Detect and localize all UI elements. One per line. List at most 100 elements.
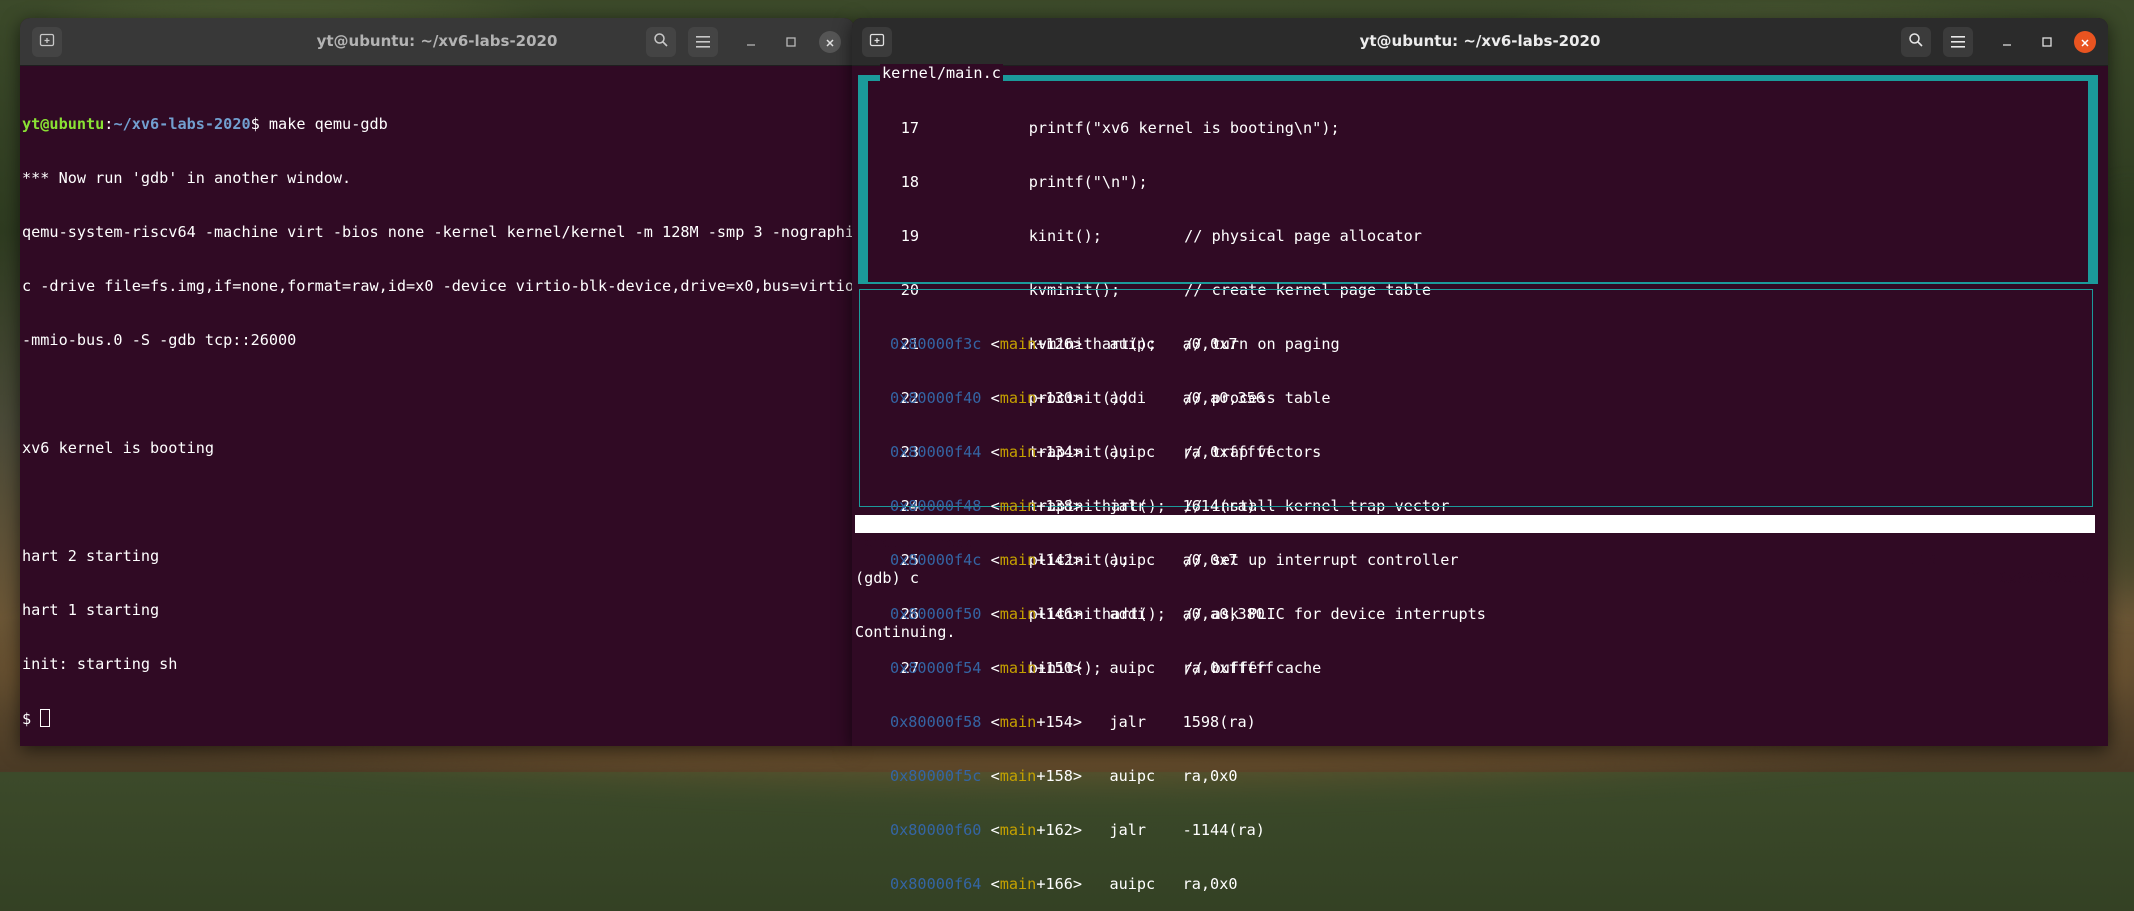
search-button[interactable]: [646, 27, 676, 57]
asm-opcode: addi: [1109, 605, 1156, 623]
asm-symbol: main: [999, 605, 1037, 623]
gdb-output-line: Continuing.: [855, 623, 956, 641]
prompt-user: yt@ubuntu: [22, 115, 105, 133]
asm-offset: +146>: [1036, 605, 1083, 623]
left-terminal-window[interactable]: yt@ubuntu: ~/xv6-labs-2020 yt@ubuntu:~/x…: [20, 18, 854, 746]
asm-symbol: main: [999, 875, 1037, 893]
output-line: xv6 kernel is booting: [22, 439, 215, 457]
hamburger-menu-icon: [1951, 33, 1965, 52]
source-file-title: kernel/main.c: [880, 64, 1003, 82]
asm-offset: +130>: [1036, 389, 1083, 407]
asm-line: 0x80000f54 <main+150> auipc ra,0xfffff: [890, 659, 1275, 677]
left-terminal-content[interactable]: yt@ubuntu:~/xv6-labs-2020$ make qemu-gdb…: [20, 66, 854, 746]
asm-args: ra,0xfffff: [1182, 659, 1275, 677]
status-pc: PC: 0x80000ec6: [1962, 569, 2091, 587]
close-button[interactable]: [2074, 31, 2096, 53]
source-window-top-band: [860, 75, 2096, 81]
source-line: 19 kinit(); // physical page allocator: [874, 227, 1486, 245]
asm-args: -1144(ra): [1182, 821, 1265, 839]
search-button[interactable]: [1901, 27, 1931, 57]
menu-button[interactable]: [1943, 27, 1973, 57]
asm-address: 0x80000f54: [890, 659, 982, 677]
asm-offset: +142>: [1036, 551, 1083, 569]
shell-prompt-line[interactable]: $: [22, 709, 854, 728]
maximize-icon: [785, 33, 797, 52]
minimize-icon: [2001, 33, 2013, 52]
asm-address: 0x80000f40: [890, 389, 982, 407]
maximize-icon: [2041, 33, 2053, 52]
asm-address: 0x80000f60: [890, 821, 982, 839]
search-icon: [653, 32, 669, 52]
maximize-button[interactable]: [776, 27, 806, 57]
asm-symbol: main: [999, 443, 1037, 461]
asm-opcode: auipc: [1109, 767, 1156, 785]
asm-args: ra,0xfffff: [1182, 443, 1275, 461]
asm-offset: +126>: [1036, 335, 1083, 353]
asm-offset: +154>: [1036, 713, 1083, 731]
source-window-right-border: [2088, 75, 2096, 282]
minimize-icon: [745, 33, 757, 52]
asm-address: 0x80000f44: [890, 443, 982, 461]
asm-opcode: jalr: [1109, 497, 1156, 515]
output-line: hart 1 starting: [22, 601, 160, 619]
menu-button[interactable]: [688, 27, 718, 57]
asm-symbol: main: [999, 767, 1037, 785]
right-titlebar[interactable]: yt@ubuntu: ~/xv6-labs-2020: [852, 18, 2108, 66]
asm-address: 0x80000f3c: [890, 335, 982, 353]
asm-address: 0x80000f58: [890, 713, 982, 731]
asm-line: 0x80000f64 <main+166> auipc ra,0x0: [890, 875, 1238, 893]
asm-address: 0x80000f48: [890, 497, 982, 515]
minimize-button[interactable]: [736, 27, 766, 57]
typed-command: make qemu-gdb: [268, 115, 388, 133]
output-line: init: starting sh: [22, 655, 178, 673]
asm-address: 0x80000f64: [890, 875, 982, 893]
shell-prompt: $: [22, 710, 41, 728]
asm-args: ra,0x0: [1182, 875, 1238, 893]
asm-offset: +162>: [1036, 821, 1083, 839]
close-icon: [2080, 33, 2090, 52]
asm-offset: +134>: [1036, 443, 1083, 461]
close-button[interactable]: [819, 31, 841, 53]
asm-args: a0,0x7: [1182, 335, 1238, 353]
asm-symbol: main: [999, 551, 1037, 569]
asm-symbol: main: [999, 713, 1037, 731]
asm-line: 0x80000f60 <main+162> jalr -1144(ra): [890, 821, 1265, 839]
asm-args: a0,0x7: [1182, 551, 1238, 569]
asm-opcode: auipc: [1109, 443, 1156, 461]
output-line: qemu-system-riscv64 -machine virt -bios …: [22, 223, 854, 241]
source-line: 17 printf("xv6 kernel is booting\n");: [874, 119, 1486, 137]
prompt-path: ~/xv6-labs-2020: [113, 115, 251, 133]
asm-args: ra,0x0: [1182, 767, 1238, 785]
asm-opcode: auipc: [1109, 659, 1156, 677]
asm-opcode: auipc: [1109, 335, 1156, 353]
search-icon: [1908, 32, 1924, 52]
asm-args: a0,a0,380: [1182, 605, 1265, 623]
asm-address: 0x80000f5c: [890, 767, 982, 785]
asm-symbol: main: [999, 821, 1037, 839]
command-line: yt@ubuntu:~/xv6-labs-2020$ make qemu-gdb: [22, 115, 854, 133]
left-titlebar[interactable]: yt@ubuntu: ~/xv6-labs-2020: [20, 18, 854, 66]
gdb-command-area[interactable]: (gdb) c Continuing.: [855, 533, 956, 659]
output-line: hart 2 starting: [22, 547, 160, 565]
line-number: 19: [900, 227, 919, 245]
gdb-status-bar: remote Thread 1.3 In: main L13 PC: 0x800…: [855, 515, 2095, 587]
asm-symbol: main: [999, 497, 1037, 515]
source-code: printf("xv6 kernel is booting\n");: [919, 119, 1340, 137]
asm-args: 1598(ra): [1182, 713, 1256, 731]
status-line-number: L13: [1909, 551, 1937, 569]
asm-offset: +166>: [1036, 875, 1083, 893]
asm-line: 0x80000f3c <main+126> auipc a0,0x7: [890, 335, 1238, 353]
asm-opcode: auipc: [1109, 551, 1156, 569]
minimize-button[interactable]: [1992, 27, 2022, 57]
asm-offset: +150>: [1036, 659, 1083, 677]
gdb-output-line: (gdb) c: [855, 569, 920, 587]
asm-line: 0x80000f48 <main+138> jalr 1614(ra): [890, 497, 1256, 515]
asm-opcode: auipc: [1109, 875, 1156, 893]
maximize-button[interactable]: [2032, 27, 2062, 57]
asm-line: 0x80000f40 <main+130> addi a0,a0,356: [890, 389, 1265, 407]
text-cursor: [40, 709, 51, 727]
asm-offset: +158>: [1036, 767, 1083, 785]
line-number: 18: [900, 173, 919, 191]
